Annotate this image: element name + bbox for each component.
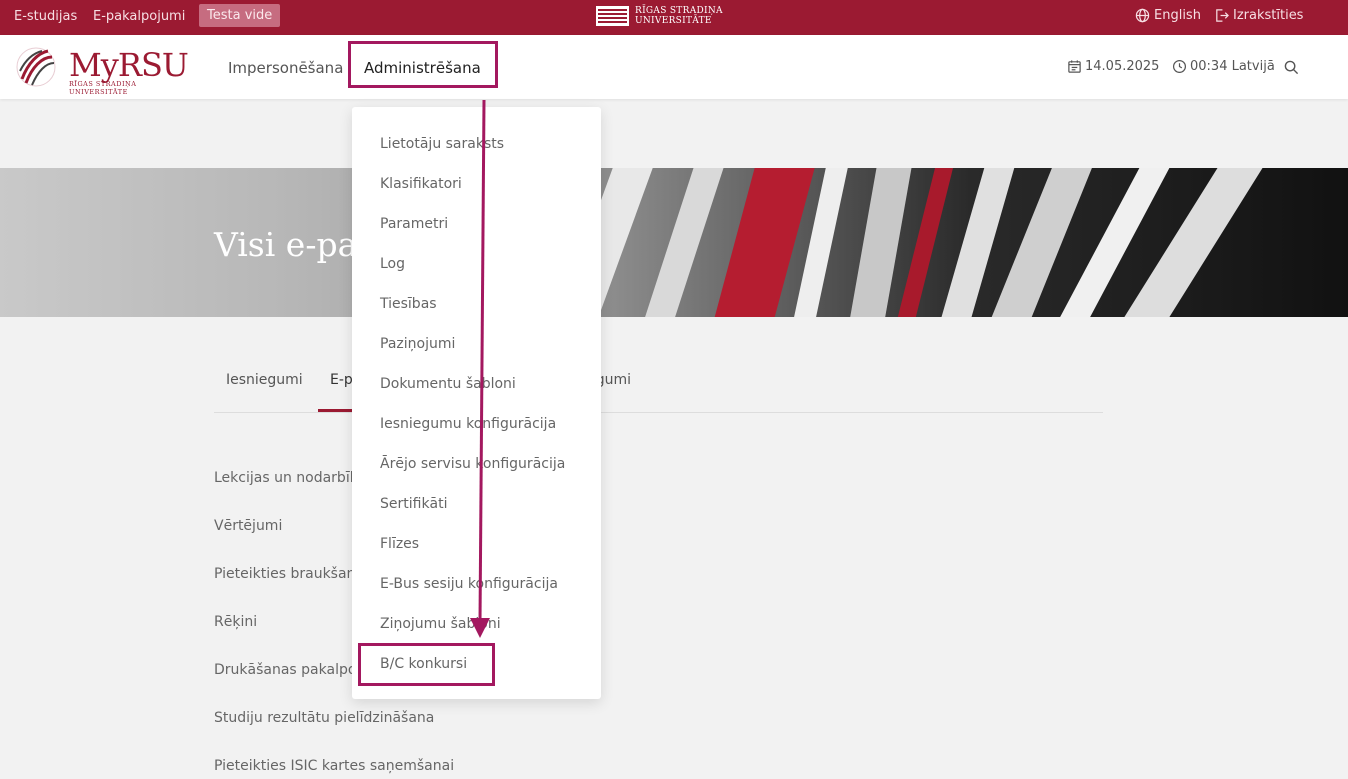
menu-item-klasifikatori[interactable]: Klasifikatori [380,176,462,192]
calendar-icon [1068,60,1081,73]
nav-impersonesana[interactable]: Impersonēšana [228,59,343,77]
date-value: 14.05.2025 [1085,59,1160,74]
logout-label: Izrakstīties [1233,8,1304,23]
rsu-top-logo[interactable]: RĪGAS STRADIŅA UNIVERSITĀTE [596,4,723,28]
myrsu-logo[interactable]: MyRSU RĪGAS STRADIŅA UNIVERSITĀTE [14,43,189,96]
menu-item-pazinojumi[interactable]: Paziņojumi [380,336,455,352]
menu-item-arejo-servisu-konfiguracija[interactable]: Ārējo servisu konfigurācija [380,456,565,472]
top-logo-line2: UNIVERSITĀTE [635,16,712,26]
menu-item-sertifikati[interactable]: Sertifikāti [380,496,448,512]
time-display: 00:34 Latvijā [1172,59,1275,74]
menu-item-log[interactable]: Log [380,256,405,272]
administresana-dropdown: Lietotāju saraksts Klasifikatori Paramet… [352,107,601,699]
main-header: MyRSU RĪGAS STRADIŅA UNIVERSITĀTE Impers… [0,35,1348,99]
bc-konkursi-highlight-box [358,643,495,686]
menu-item-tiesibas[interactable]: Tiesības [380,296,437,312]
e-pakalpojumi-link[interactable]: E-pakalpojumi [93,9,185,24]
menu-item-e-bus-sesiju-konfiguracija[interactable]: E-Bus sesiju konfigurācija [380,576,558,592]
menu-item-dokumentu-sabloni[interactable]: Dokumentu šabloni [380,376,516,392]
top-logo-line1: RĪGAS STRADIŅA [635,6,723,16]
menu-item-zinojumu-sabloni[interactable]: Ziņojumu šabloni [380,616,501,632]
rsu-swirl-logo-icon [16,47,56,87]
time-value: 00:34 Latvijā [1190,59,1275,74]
language-label: English [1154,8,1201,23]
date-display: 14.05.2025 [1067,59,1159,74]
page-banner: Visi e-pakalpojumi [0,168,1348,317]
globe-icon [1135,8,1150,23]
search-icon[interactable] [1284,60,1299,75]
myrsu-wordmark: MyRSU [69,46,189,84]
service-item[interactable]: Vērtējumi [214,518,282,534]
service-item[interactable]: Rēķini [214,614,257,630]
service-item[interactable]: Pieteikties braukšanai [214,566,368,582]
menu-item-lietotaju-saraksts[interactable]: Lietotāju saraksts [380,136,504,152]
myrsu-subtitle: RĪGAS STRADIŅA UNIVERSITĀTE [69,80,137,96]
rsu-emblem-icon [596,6,629,26]
menu-item-parametri[interactable]: Parametri [380,216,448,232]
clock-icon [1172,59,1187,74]
top-bar: E-studijas E-pakalpojumi Testa vide RĪGA… [0,0,1348,35]
content-tabs: Iesniegumi E-pakalpojumi Līgumi [214,350,1103,413]
e-studijas-link[interactable]: E-studijas [14,9,77,24]
service-item[interactable]: Pieteikties ISIC kartes saņemšanai [214,758,454,774]
language-switch[interactable]: English [1135,8,1201,23]
logout-icon [1216,9,1229,22]
service-item[interactable]: Studiju rezultātu pielīdzināšana [214,710,434,726]
test-environment-badge: Testa vide [199,4,281,27]
administresana-highlight-box [348,41,498,88]
menu-item-flizes[interactable]: Flīzes [380,536,419,552]
logout-link[interactable]: Izrakstīties [1214,8,1303,23]
menu-item-iesniegumu-konfiguracija[interactable]: Iesniegumu konfigurācija [380,416,556,432]
service-item[interactable]: Lekcijas un nodarbības [214,470,374,486]
tab-iesniegumi[interactable]: Iesniegumi [226,372,303,388]
